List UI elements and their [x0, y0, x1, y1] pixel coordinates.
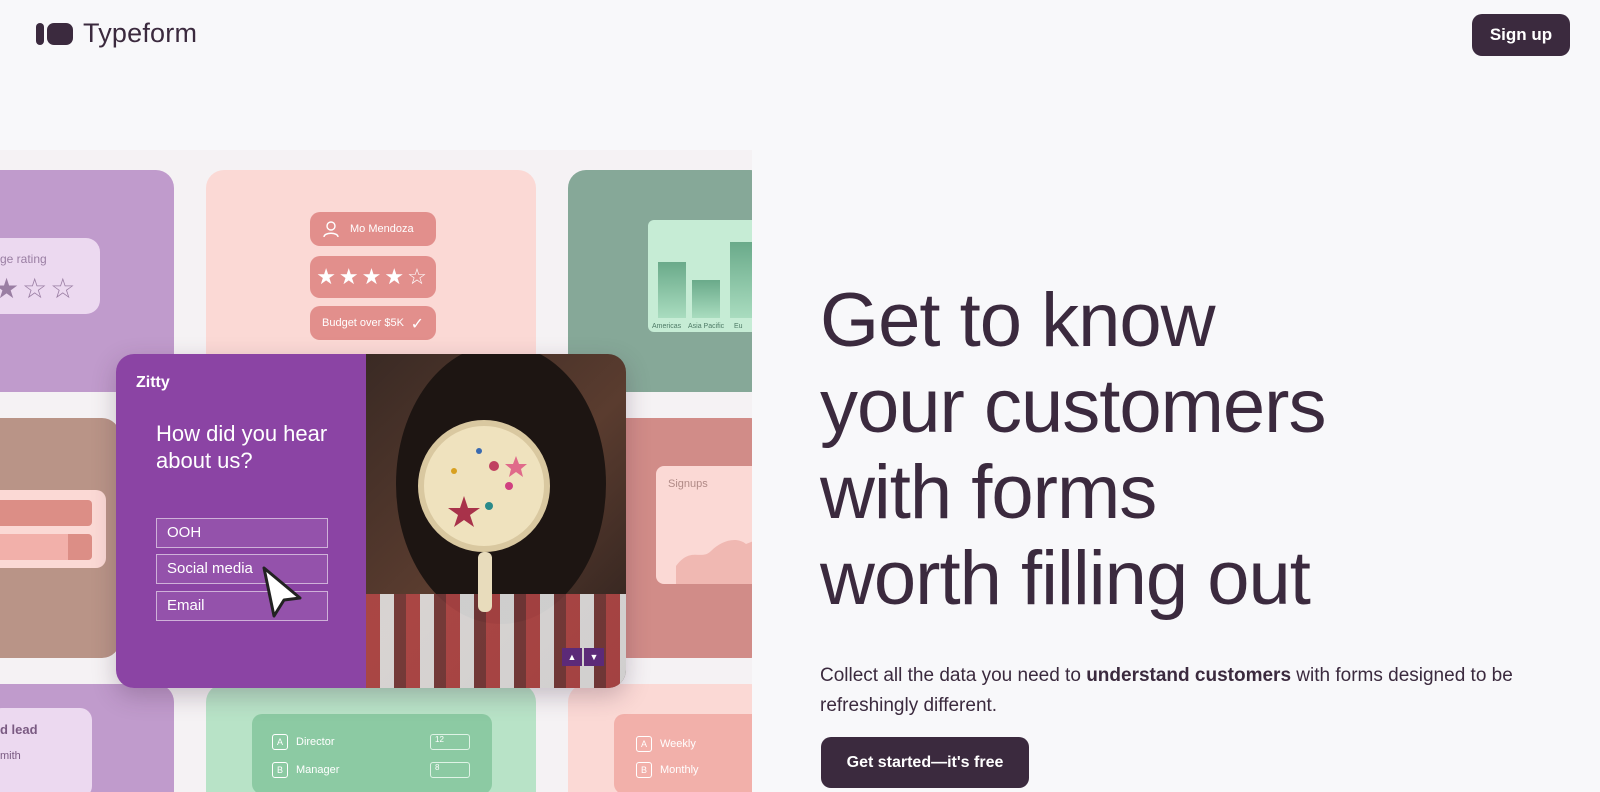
chart-bar: [730, 242, 752, 318]
chevron-up-icon: ▲: [562, 648, 582, 666]
chevron-down-icon: ▼: [584, 648, 604, 666]
chart-label: Eu: [734, 323, 743, 330]
chart-bar: [692, 280, 720, 318]
progress-bars-card: [0, 490, 106, 568]
cursor-icon: [262, 566, 302, 618]
signup-button[interactable]: Sign up: [1472, 14, 1570, 56]
mirror-image: [418, 420, 550, 552]
form-navigation: ▲ ▼: [562, 648, 604, 666]
hero-collage: ge rating ★☆☆ Mo Mendoza ★★★★☆ Budget ov…: [0, 150, 752, 792]
lead-name: mith: [0, 750, 21, 762]
signups-label: Signups: [668, 478, 708, 490]
frequency-options-card: [614, 714, 752, 792]
option-value: 8: [430, 762, 470, 778]
hero-title-line: worth filling out: [820, 536, 1311, 621]
form-brand: Zitty: [136, 374, 170, 391]
option-key: A: [636, 736, 652, 752]
mirror-stickers-icon: [448, 448, 527, 527]
option-key: B: [636, 762, 652, 778]
bar-chart-card: Americas Asia Pacific Eu: [648, 220, 752, 332]
form-option: OOH: [156, 518, 328, 548]
role-option: B Manager: [272, 762, 339, 778]
option-label: Manager: [296, 764, 340, 776]
chart-label: Americas: [652, 323, 682, 330]
progress-bar-fill: [68, 534, 92, 560]
typeform-logo[interactable]: Typeform: [36, 18, 197, 49]
hero-title-line: your customers: [820, 364, 1327, 449]
option-label: Weekly: [660, 738, 696, 750]
chart-label: Asia Pacific: [688, 323, 725, 330]
chart-bar: [658, 262, 686, 318]
rating-label: ge rating: [0, 252, 47, 266]
budget-pill: Budget over $5K ✓: [310, 306, 436, 340]
frequency-option: A Weekly: [636, 736, 696, 752]
check-icon: ✓: [410, 316, 424, 333]
get-started-button[interactable]: Get started—it's free: [821, 737, 1029, 788]
option-label: Director: [296, 736, 335, 748]
hero-title-line: Get to know: [820, 278, 1216, 363]
profile-name: Mo Mendoza: [350, 223, 414, 235]
hero-subtitle: Collect all the data you need to underst…: [820, 661, 1560, 721]
profile-pill: Mo Mendoza: [310, 212, 436, 246]
frequency-option: B Monthly: [636, 762, 699, 778]
form-photo: ▲ ▼: [366, 354, 626, 688]
hero-title-line: with forms: [820, 450, 1157, 535]
hero-subtitle-text: Collect all the data you need to: [820, 665, 1087, 686]
lead-title: d lead: [0, 722, 38, 737]
typeform-logo-icon: [36, 22, 73, 46]
hero-title: Get to know your customers with forms wo…: [820, 278, 1580, 622]
signups-chart-card: Signups: [656, 466, 752, 584]
budget-label: Budget over $5K: [322, 317, 404, 329]
mirror-handle: [478, 552, 492, 612]
progress-bar: [0, 500, 92, 526]
role-option: A Director: [272, 734, 335, 750]
form-panel: Zitty How did you hear about us? OOH Soc…: [116, 354, 366, 688]
form-preview-card: Zitty How did you hear about us? OOH Soc…: [116, 354, 626, 688]
rating-stars: ★☆☆: [0, 273, 79, 304]
area-chart: [676, 540, 752, 584]
option-key: A: [272, 734, 288, 750]
user-icon: [323, 221, 339, 238]
form-question: How did you hear about us?: [156, 421, 328, 473]
option-value: 12: [430, 734, 470, 750]
hero-subtitle-emphasis: understand customers: [1086, 665, 1292, 686]
photo-sweater: [366, 594, 626, 688]
option-key: B: [272, 762, 288, 778]
stars-pill: ★★★★☆: [310, 256, 436, 298]
brand-name: Typeform: [83, 18, 198, 48]
option-label: Monthly: [660, 764, 699, 776]
role-options-card: [252, 714, 492, 792]
